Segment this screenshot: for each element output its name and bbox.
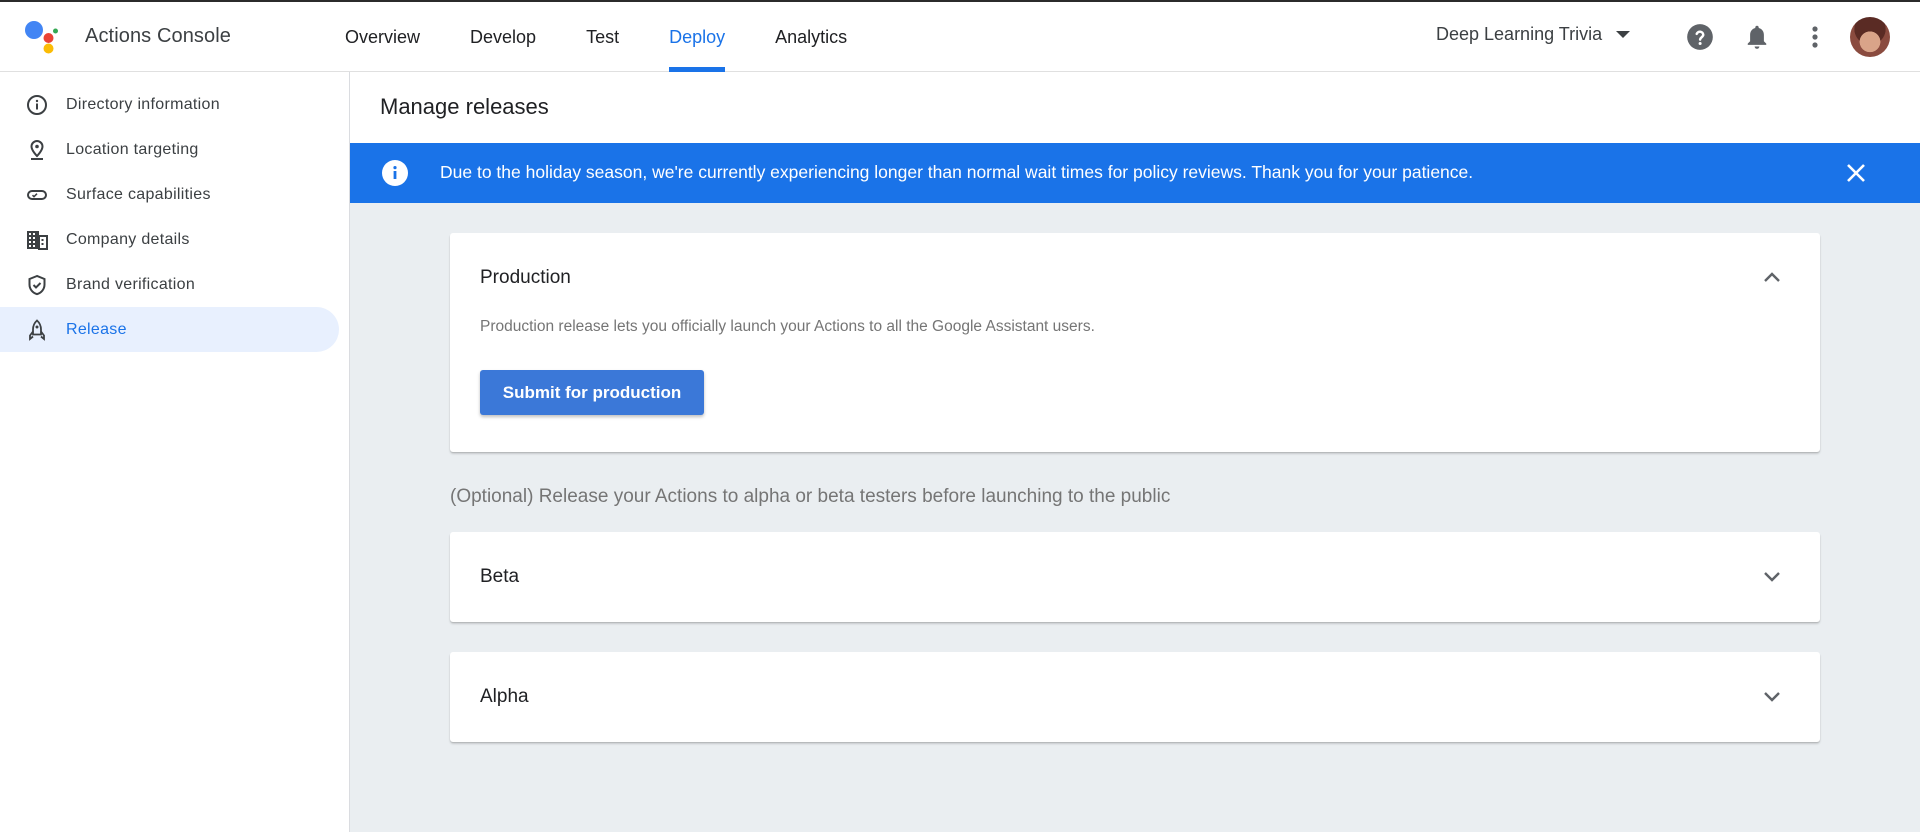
sidebar-item-location-targeting[interactable]: Location targeting bbox=[0, 127, 339, 172]
collapse-production-button[interactable] bbox=[1760, 265, 1784, 289]
chevron-up-icon bbox=[1764, 272, 1780, 282]
main-content: Manage releases Due to the holiday seaso… bbox=[350, 72, 1920, 832]
optional-testers-text: (Optional) Release your Actions to alpha… bbox=[450, 486, 1171, 507]
alpha-title: Alpha bbox=[480, 686, 529, 707]
submit-for-production-button[interactable]: Submit for production bbox=[480, 370, 704, 415]
sidebar-item-label: Company details bbox=[66, 230, 190, 248]
sidebar-item-brand-verification[interactable]: Brand verification bbox=[0, 262, 339, 307]
building-icon bbox=[26, 229, 48, 251]
sidebar-item-label: Directory information bbox=[66, 95, 220, 113]
project-selector[interactable]: Deep Learning Trivia bbox=[1436, 24, 1631, 45]
expand-alpha-button[interactable] bbox=[1760, 685, 1784, 709]
location-pin-icon bbox=[26, 139, 48, 161]
production-title: Production bbox=[480, 267, 571, 288]
page-header: Manage releases bbox=[350, 72, 1920, 143]
sidebar-item-directory-information[interactable]: Directory information bbox=[0, 82, 339, 127]
sidebar-item-surface-capabilities[interactable]: Surface capabilities bbox=[0, 172, 339, 217]
production-card: Production Production release lets you o… bbox=[450, 233, 1820, 452]
sidebar-item-company-details[interactable]: Company details bbox=[0, 217, 339, 262]
close-icon bbox=[1847, 164, 1865, 182]
page-title: Manage releases bbox=[380, 94, 549, 119]
tab-analytics[interactable]: Analytics bbox=[775, 2, 847, 72]
sidebar-item-release[interactable]: Release bbox=[0, 307, 339, 352]
close-banner-button[interactable] bbox=[1842, 159, 1870, 187]
banner-message: Due to the holiday season, we're current… bbox=[440, 162, 1474, 182]
production-description: Production release lets you officially l… bbox=[480, 318, 1095, 335]
sidebar-item-label: Release bbox=[66, 320, 127, 338]
info-filled-icon bbox=[382, 160, 408, 186]
beta-title: Beta bbox=[480, 566, 520, 587]
app-title: Actions Console bbox=[85, 25, 232, 47]
alpha-card[interactable]: Alpha bbox=[450, 652, 1820, 742]
shield-check-icon bbox=[26, 274, 48, 296]
beta-card[interactable]: Beta bbox=[450, 532, 1820, 622]
chevron-down-icon bbox=[1764, 572, 1780, 582]
sidebar-item-label: Brand verification bbox=[66, 275, 196, 293]
app-header: Actions Console Overview Develop Test De… bbox=[0, 2, 1920, 72]
tab-overview[interactable]: Overview bbox=[345, 2, 420, 72]
rocket-icon bbox=[26, 318, 48, 341]
tab-test[interactable]: Test bbox=[586, 2, 619, 72]
avatar[interactable] bbox=[1850, 17, 1890, 57]
sidebar: Directory information Location targeting… bbox=[0, 72, 350, 832]
tab-develop[interactable]: Develop bbox=[470, 2, 536, 72]
info-banner: Due to the holiday season, we're current… bbox=[350, 143, 1920, 203]
expand-beta-button[interactable] bbox=[1760, 565, 1784, 589]
notifications-bell-icon[interactable] bbox=[1742, 22, 1772, 52]
help-icon[interactable] bbox=[1685, 22, 1715, 52]
info-icon bbox=[26, 94, 48, 116]
caret-down-icon bbox=[1616, 31, 1631, 38]
top-nav: Overview Develop Test Deploy Analytics bbox=[345, 2, 897, 72]
tab-deploy[interactable]: Deploy bbox=[669, 2, 726, 72]
sidebar-item-label: Surface capabilities bbox=[66, 185, 211, 203]
chevron-down-icon bbox=[1764, 692, 1780, 702]
google-assistant-logo bbox=[25, 21, 58, 54]
surface-toggle-icon bbox=[26, 184, 48, 206]
sidebar-item-label: Location targeting bbox=[66, 140, 199, 158]
project-name: Deep Learning Trivia bbox=[1436, 24, 1603, 44]
more-vertical-icon[interactable] bbox=[1800, 22, 1830, 52]
